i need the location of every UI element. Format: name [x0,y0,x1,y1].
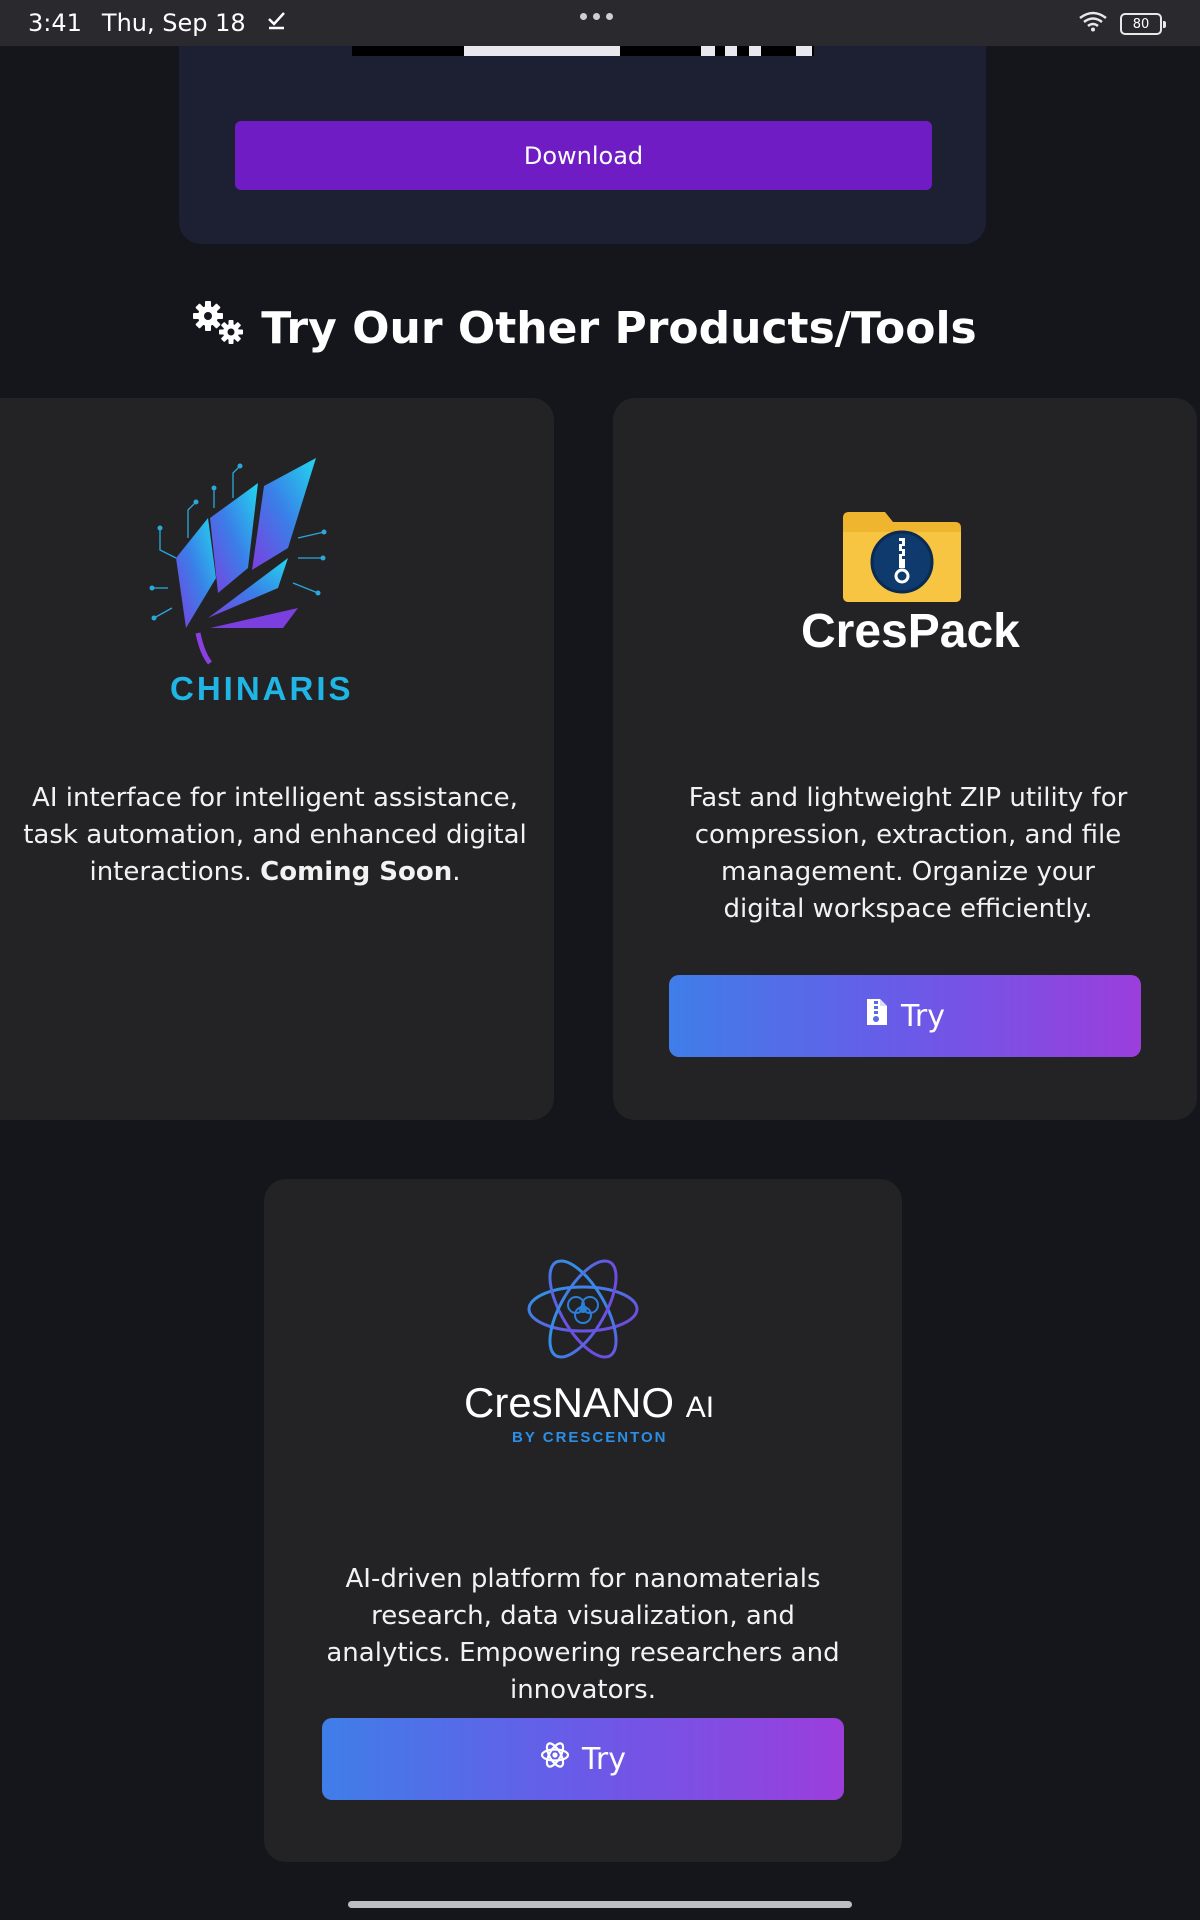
crespack-logo-text: CresPack [801,605,1020,658]
download-button[interactable]: Download [235,121,932,190]
product-card-chinaris: CHINARIS AI interface for intelligent as… [0,398,554,1120]
qr-code-image [352,46,814,56]
more-dots-icon[interactable] [580,13,613,20]
section-title: Try Our Other Products/Tools [0,300,1168,357]
chinaris-logo-text: CHINARIS [170,670,354,707]
atom-icon [540,1740,570,1778]
cresnano-try-button[interactable]: Try [322,1718,844,1800]
coming-soon-label: Coming Soon [260,857,453,887]
status-bar: 3:41 Thu, Sep 18 80 [0,0,1200,46]
cresnano-byline: BY CRESCENTON [512,1429,668,1446]
product-card-cresnano: CresNANO AI BY CRESCENTON AI-driven plat… [264,1179,902,1862]
product-card-crespack: CresPack Fast and lightweight ZIP utilit… [613,398,1197,1120]
cresnano-logo-text: CresNANO AI [464,1379,715,1426]
cresnano-description: AI-driven platform for nanomaterials res… [326,1564,840,1705]
atom-logo-icon [526,1249,640,1369]
status-time: 3:41 [28,9,82,37]
check-icon [266,10,288,36]
wifi-icon [1078,10,1108,38]
cresnano-try-label: Try [581,1741,626,1777]
battery-icon: 80 [1120,13,1166,35]
folder-zip-icon [839,508,965,604]
chinaris-description: AI interface for intelligent assistance,… [23,783,527,887]
crespack-try-button[interactable]: Try [669,975,1141,1057]
crespack-description: Fast and lightweight ZIP utility for com… [688,783,1128,924]
crespack-try-label: Try [900,998,945,1034]
chinaris-logo [148,458,338,668]
home-indicator[interactable] [348,1901,852,1908]
gears-icon [191,300,247,357]
section-title-text: Try Our Other Products/Tools [261,303,977,354]
zip-file-icon [865,997,889,1035]
status-date: Thu, Sep 18 [101,9,246,37]
